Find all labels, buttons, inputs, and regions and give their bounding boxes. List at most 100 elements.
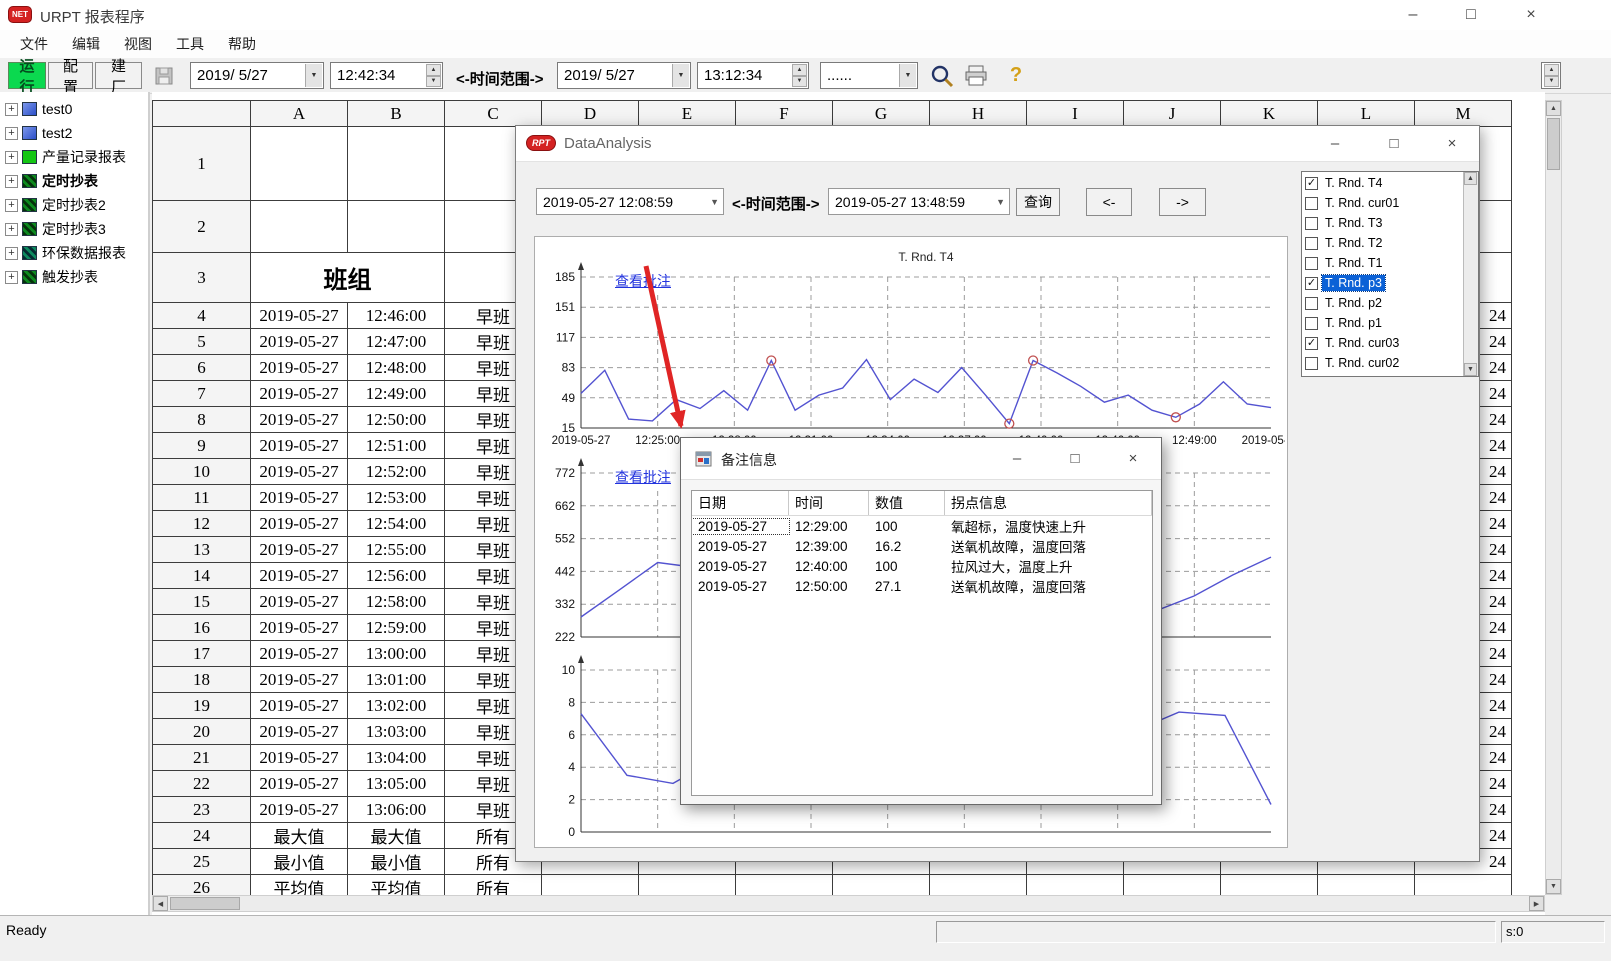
- cell-time[interactable]: 13:06:00: [348, 797, 445, 823]
- checkbox[interactable]: ✓: [1305, 337, 1318, 350]
- cell-date[interactable]: 2019-05-27: [251, 355, 348, 381]
- cell-date[interactable]: 2019-05-27: [251, 589, 348, 615]
- cell-time[interactable]: 12:56:00: [348, 563, 445, 589]
- cell-date[interactable]: 2019-05-27: [251, 797, 348, 823]
- minimize-icon[interactable]: –: [1396, 2, 1430, 28]
- row-header[interactable]: 15: [153, 589, 251, 615]
- column-header[interactable]: I: [1027, 101, 1124, 127]
- note-column-header[interactable]: 数值: [869, 491, 945, 515]
- column-header[interactable]: D: [542, 101, 639, 127]
- row-header[interactable]: 14: [153, 563, 251, 589]
- row-header[interactable]: 25: [153, 849, 251, 875]
- dialog-title-bar[interactable]: RPT DataAnalysis – □ ×: [516, 126, 1479, 162]
- cell-time[interactable]: 13:05:00: [348, 771, 445, 797]
- column-header[interactable]: L: [1318, 101, 1415, 127]
- cell-date[interactable]: 2019-05-27: [251, 745, 348, 771]
- series-item[interactable]: T. Rnd. T1: [1303, 253, 1462, 273]
- series-item[interactable]: ✓T. Rnd. cur03: [1303, 333, 1462, 353]
- minimize-icon[interactable]: –: [1319, 131, 1351, 157]
- tree-item[interactable]: +定时抄表2: [0, 193, 148, 217]
- scroll-right-icon[interactable]: ▶: [1529, 896, 1544, 911]
- tree-item[interactable]: +test2: [0, 121, 148, 145]
- menu-item[interactable]: 编辑: [60, 31, 112, 57]
- series-item[interactable]: T. Rnd. T3: [1303, 213, 1462, 233]
- date-to-combobox[interactable]: 2019/ 5/27 ▼: [557, 62, 691, 89]
- time-to-spinner[interactable]: 13:12:34 ▲▼: [697, 62, 809, 89]
- cell-time[interactable]: 12:55:00: [348, 537, 445, 563]
- cell-time[interactable]: 12:47:00: [348, 329, 445, 355]
- cell-date[interactable]: 2019-05-27: [251, 641, 348, 667]
- cell-date[interactable]: 2019-05-27: [251, 459, 348, 485]
- series-item[interactable]: T. Rnd. T2: [1303, 233, 1462, 253]
- series-item[interactable]: T. Rnd. cur01: [1303, 193, 1462, 213]
- note-column-header[interactable]: 日期: [692, 491, 789, 515]
- scroll-down-icon[interactable]: ▼: [1464, 363, 1477, 376]
- row-header[interactable]: 5: [153, 329, 251, 355]
- select-all-corner[interactable]: [153, 101, 251, 127]
- tree-item[interactable]: +定时抄表3: [0, 217, 148, 241]
- vertical-scrollbar[interactable]: ▲ ▼: [1545, 100, 1562, 895]
- cell-time[interactable]: 12:49:00: [348, 381, 445, 407]
- cell-time[interactable]: 最小值: [348, 849, 445, 875]
- cell[interactable]: [348, 127, 445, 201]
- analysis-from-combobox[interactable]: 2019-05-27 12:08:59 ▼: [536, 188, 724, 215]
- query-button[interactable]: 查询: [1016, 188, 1060, 216]
- save-icon[interactable]: [150, 62, 178, 89]
- column-header[interactable]: A: [251, 101, 348, 127]
- row-header[interactable]: 13: [153, 537, 251, 563]
- maximize-icon[interactable]: □: [1378, 131, 1410, 157]
- scroll-up-icon[interactable]: ▲: [1464, 172, 1477, 185]
- filter-combobox[interactable]: ...... ▼: [820, 62, 918, 89]
- cell-date[interactable]: 2019-05-27: [251, 667, 348, 693]
- help-icon[interactable]: ?: [1002, 62, 1030, 89]
- cell-date[interactable]: 2019-05-27: [251, 485, 348, 511]
- date-from-combobox[interactable]: 2019/ 5/27 ▼: [190, 62, 324, 89]
- cell-time[interactable]: 13:03:00: [348, 719, 445, 745]
- expand-plus-icon[interactable]: +: [5, 175, 18, 188]
- series-item[interactable]: T. Rnd. p2: [1303, 293, 1462, 313]
- expand-plus-icon[interactable]: +: [5, 151, 18, 164]
- scrollbar-thumb[interactable]: [1547, 118, 1560, 170]
- dropdown-icon[interactable]: ▼: [996, 197, 1005, 207]
- cell-time[interactable]: 13:04:00: [348, 745, 445, 771]
- cell-time[interactable]: 13:02:00: [348, 693, 445, 719]
- cell-date[interactable]: 2019-05-27: [251, 303, 348, 329]
- spin-up-icon[interactable]: ▲: [426, 64, 441, 76]
- scroll-up-icon[interactable]: ▲: [1546, 101, 1561, 116]
- row-header[interactable]: 11: [153, 485, 251, 511]
- column-header[interactable]: K: [1221, 101, 1318, 127]
- row-header[interactable]: 19: [153, 693, 251, 719]
- series-item[interactable]: T. Rnd. p1: [1303, 313, 1462, 333]
- cell[interactable]: [251, 201, 348, 253]
- column-header[interactable]: F: [736, 101, 833, 127]
- column-header[interactable]: M: [1415, 101, 1512, 127]
- cell-time[interactable]: 12:52:00: [348, 459, 445, 485]
- checkbox[interactable]: [1305, 297, 1318, 310]
- next-button[interactable]: ->: [1159, 188, 1206, 216]
- cell-date[interactable]: 2019-05-27: [251, 329, 348, 355]
- toolbar-spinner[interactable]: ▲▼: [1541, 62, 1561, 89]
- column-header[interactable]: J: [1124, 101, 1221, 127]
- cell-time[interactable]: 12:50:00: [348, 407, 445, 433]
- minimize-icon[interactable]: –: [1001, 446, 1033, 472]
- prev-button[interactable]: <-: [1086, 188, 1132, 216]
- menu-item[interactable]: 工具: [164, 31, 216, 57]
- time-from-spinner[interactable]: 12:42:34 ▲▼: [330, 62, 443, 89]
- build-button[interactable]: 建厂: [95, 62, 142, 89]
- maximize-icon[interactable]: □: [1059, 446, 1091, 472]
- spin-up-icon[interactable]: ▲: [792, 64, 807, 76]
- row-header[interactable]: 10: [153, 459, 251, 485]
- spin-up-icon[interactable]: ▲: [1544, 64, 1559, 76]
- cell-date[interactable]: 2019-05-27: [251, 381, 348, 407]
- row-header[interactable]: 7: [153, 381, 251, 407]
- checkbox[interactable]: [1305, 197, 1318, 210]
- cell-time[interactable]: 12:53:00: [348, 485, 445, 511]
- close-icon[interactable]: ×: [1436, 131, 1468, 157]
- tree-item[interactable]: +环保数据报表: [0, 241, 148, 265]
- series-item[interactable]: ✓T. Rnd. T4: [1303, 173, 1462, 193]
- checkbox[interactable]: ✓: [1305, 177, 1318, 190]
- spin-down-icon[interactable]: ▼: [1544, 76, 1559, 88]
- column-header[interactable]: B: [348, 101, 445, 127]
- note-title-bar[interactable]: 备注信息 – □ ×: [681, 438, 1161, 480]
- expand-plus-icon[interactable]: +: [5, 127, 18, 140]
